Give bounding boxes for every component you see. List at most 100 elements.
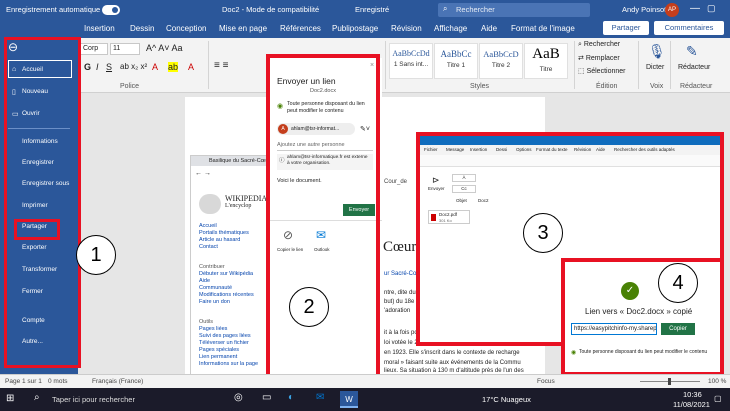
article-text: 'adoration: [384, 308, 411, 314]
tab-mise-en-page[interactable]: Mise en page: [219, 24, 267, 33]
style-heading-2[interactable]: AaBbCcD Titre 2: [479, 43, 523, 79]
strike-icon[interactable]: ab x₂ x²: [120, 62, 147, 71]
wiki-link[interactable]: Lien permanent: [199, 354, 237, 360]
wiki-link[interactable]: Suivi des pages liées: [199, 333, 251, 339]
style-sample: AaB: [532, 46, 560, 62]
tab-insertion[interactable]: Insertion: [84, 24, 115, 33]
wiki-link[interactable]: Article au hasard: [199, 237, 240, 243]
comments-button[interactable]: Commentaires: [654, 21, 724, 35]
share-button[interactable]: Partager: [603, 21, 649, 35]
tab-revision[interactable]: Révision: [391, 24, 422, 33]
step-number-1: 1: [76, 235, 116, 275]
zoom-level[interactable]: 100 %: [708, 378, 726, 385]
style-name: 1 Sans int...: [393, 61, 429, 68]
wikipedia-logo-icon: [199, 194, 221, 214]
mail-icon[interactable]: ✉: [316, 392, 324, 403]
restore-icon[interactable]: ▢: [707, 3, 716, 14]
font-name-select[interactable]: Corp: [80, 43, 108, 55]
avatar[interactable]: AP: [665, 3, 679, 17]
title-bar: Enregistrement automatique Doc2 - Mode d…: [0, 0, 730, 20]
replace-label: Remplacer: [585, 55, 620, 62]
wiki-link[interactable]: Débuter sur Wikipédia: [199, 271, 253, 277]
step-number-4: 4: [658, 263, 698, 303]
grow-font-icon[interactable]: A^ A˅ Aa: [146, 43, 183, 53]
wiki-link[interactable]: Pages spéciales: [199, 347, 239, 353]
find-button[interactable]: ⌕ Rechercher: [578, 41, 620, 49]
align-icon[interactable]: ≡ ≡: [214, 60, 228, 71]
browser-nav-icon[interactable]: ← →: [195, 170, 211, 177]
text-color-icon[interactable]: A: [188, 62, 194, 72]
task-view-icon[interactable]: ◎: [234, 392, 243, 403]
wiki-section-header: Outils: [199, 319, 214, 325]
word-taskbar-icon[interactable]: W: [340, 391, 358, 408]
wiki-link[interactable]: Faire un don: [199, 299, 230, 305]
focus-mode[interactable]: Focus: [537, 378, 555, 385]
style-name: Titre 1: [446, 62, 466, 69]
ribbon-divider: [574, 41, 575, 89]
search-input[interactable]: ⌕ Rechercher: [438, 3, 590, 17]
language[interactable]: Français (France): [92, 378, 143, 385]
file-explorer-icon[interactable]: ▭: [262, 392, 271, 403]
replace-button[interactable]: ⇄ Remplacer: [578, 54, 620, 62]
font-color-icon[interactable]: A: [152, 62, 158, 72]
underline-icon[interactable]: S: [106, 62, 112, 72]
tab-format-image[interactable]: Format de l'image: [511, 24, 575, 33]
clock-time[interactable]: 10:36: [683, 390, 702, 399]
wiki-link[interactable]: Portails thématiques: [199, 230, 249, 236]
ribbon-divider: [638, 41, 639, 89]
search-icon[interactable]: ⌕: [34, 392, 40, 403]
bold-icon[interactable]: G: [84, 62, 91, 72]
page-count[interactable]: Page 1 sur 1: [5, 378, 42, 385]
url-fragment: Cour_de: [384, 179, 408, 185]
step-number-2: 2: [289, 287, 329, 327]
highlight-frame-1: [4, 37, 81, 368]
clock-date[interactable]: 11/08/2021: [673, 400, 710, 409]
autosave-toggle[interactable]: [102, 5, 120, 15]
zoom-slider-thumb[interactable]: [668, 378, 671, 385]
microphone-icon[interactable]: 🎙: [648, 43, 666, 60]
tab-dessin[interactable]: Dessin: [130, 24, 154, 33]
wiki-link[interactable]: Accueil: [199, 223, 217, 229]
wiki-link[interactable]: Informations sur la page: [199, 361, 258, 367]
minimize-icon[interactable]: —: [690, 3, 700, 14]
article-text: ntre, dite du: [384, 290, 416, 296]
wiki-link[interactable]: Contact: [199, 244, 218, 250]
tab-publipostage[interactable]: Publipostage: [332, 24, 378, 33]
taskbar-search[interactable]: Taper ici pour rechercher: [52, 395, 135, 404]
edge-icon[interactable]: ◐: [288, 392, 294, 403]
ribbon-divider: [385, 41, 386, 89]
article-text: but) du 18e: [384, 299, 415, 305]
wiki-link[interactable]: Téléverser un fichier: [199, 340, 249, 346]
style-sample: AaBbCcD: [483, 49, 519, 59]
highlight-partager: [14, 219, 60, 240]
tab-conception[interactable]: Conception: [166, 24, 206, 33]
italic-icon[interactable]: I: [96, 62, 99, 72]
highlight-icon[interactable]: ab: [168, 62, 179, 72]
font-size-select[interactable]: 11: [110, 43, 140, 55]
select-button[interactable]: ⬚ Sélectionner: [578, 67, 625, 75]
wiki-link[interactable]: Communauté: [199, 285, 232, 291]
editor-icon[interactable]: ✎: [686, 43, 698, 60]
style-sample: AaBbCc: [440, 49, 472, 59]
ribbon-divider: [208, 41, 209, 89]
tab-aide[interactable]: Aide: [481, 24, 497, 33]
user-name: Andy Poinsot: [622, 5, 667, 14]
ribbon-divider: [670, 41, 671, 89]
style-heading-1[interactable]: AaBbCc Titre 1: [434, 43, 478, 79]
windows-start-icon[interactable]: ⊞: [6, 393, 14, 404]
wiki-link[interactable]: Aide: [199, 278, 210, 284]
group-label-edition: Édition: [596, 83, 618, 90]
tab-affichage[interactable]: Affichage: [434, 24, 467, 33]
tab-references[interactable]: Références: [280, 24, 321, 33]
step-number-3: 3: [523, 213, 563, 253]
word-count[interactable]: 0 mots: [48, 378, 68, 385]
wiki-link[interactable]: Pages liées: [199, 326, 227, 332]
notification-icon[interactable]: ▢: [714, 394, 722, 403]
font-name-value: Corp: [83, 45, 99, 52]
weather[interactable]: 17°C Nuageux: [482, 395, 531, 404]
group-label-styles: Styles: [470, 83, 490, 90]
wiki-link[interactable]: Modifications récentes: [199, 292, 254, 298]
style-no-spacing[interactable]: AaBbCcDd 1 Sans int...: [389, 43, 433, 79]
style-title[interactable]: AaB Titre: [524, 43, 568, 79]
autosave-label: Enregistrement automatique: [6, 5, 101, 14]
